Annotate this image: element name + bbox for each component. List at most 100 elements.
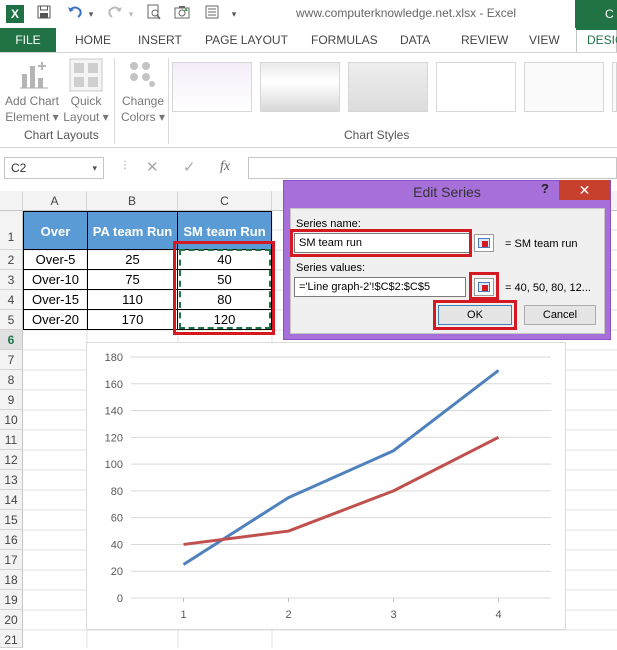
chart-style-4[interactable] (436, 62, 516, 112)
column-header-b[interactable]: B (87, 191, 178, 211)
tab-page-layout[interactable]: PAGE LAYOUT (205, 28, 288, 52)
cancel-icon[interactable]: ✕ (146, 158, 159, 176)
row-header[interactable]: 12 (0, 450, 23, 470)
change-colors-icon[interactable] (126, 60, 158, 93)
chart-style-5[interactable] (524, 62, 604, 112)
account-badge[interactable]: C (575, 0, 617, 28)
tab-review[interactable]: REVIEW (461, 28, 508, 52)
formula-input[interactable] (248, 157, 617, 179)
change-colors-label[interactable]: Change (116, 93, 170, 109)
redo-icon[interactable] (104, 4, 126, 24)
chart-style-6[interactable] (612, 62, 617, 112)
tab-view[interactable]: VIEW (529, 28, 560, 52)
series-name-preview: = SM team run (505, 238, 578, 250)
y-tick-label: 120 (105, 432, 123, 444)
customize-dropdown-icon[interactable]: ▾ (228, 4, 240, 24)
tab-insert[interactable]: INSERT (138, 28, 182, 52)
y-tick-label: 20 (111, 566, 123, 578)
confirm-icon[interactable]: ✓ (183, 158, 196, 176)
line-chart[interactable]: 0 20 40 60 80 100 120 140 160 180 1 2 3 4 (86, 342, 566, 630)
row-header[interactable]: 16 (0, 530, 23, 550)
add-chart-element-label[interactable]: Add Chart (2, 93, 62, 109)
table-cell[interactable]: Over-5 (23, 250, 88, 270)
row-header[interactable]: 1 (0, 211, 23, 250)
chart-style-3[interactable] (348, 62, 428, 112)
row-header[interactable]: 20 (0, 610, 23, 630)
column-header-a[interactable]: A (23, 191, 87, 211)
row-header[interactable]: 11 (0, 430, 23, 450)
save-icon[interactable] (34, 4, 54, 24)
help-icon[interactable]: ? (541, 181, 549, 196)
redo-dropdown-icon[interactable]: ▾ (126, 4, 136, 24)
chart-canvas: 0 20 40 60 80 100 120 140 160 180 1 2 3 4 (105, 352, 551, 621)
row-header-active[interactable]: 6 (0, 330, 23, 350)
add-chart-element-icon[interactable] (18, 60, 50, 95)
row-header[interactable]: 5 (0, 310, 23, 330)
quick-layout-sublabel[interactable]: Layout ▾ (58, 109, 114, 125)
chart-style-1[interactable] (172, 62, 252, 112)
select-all-corner[interactable] (0, 191, 23, 211)
x-tick-label: 3 (390, 609, 396, 621)
group-chart-styles: Chart Styles (344, 128, 410, 142)
series-line-1 (182, 369, 500, 566)
quick-layout-label[interactable]: Quick (62, 93, 110, 109)
tab-data[interactable]: DATA (400, 28, 430, 52)
column-header-c[interactable]: C (178, 191, 272, 211)
highlight-series-name (290, 229, 472, 257)
group-chart-layouts: Chart Layouts (24, 128, 99, 142)
table-cell[interactable]: Over-20 (23, 310, 88, 330)
highlight-ok-button (433, 300, 517, 330)
change-colors-sublabel[interactable]: Colors ▾ (116, 109, 170, 125)
close-button[interactable]: ✕ (559, 180, 610, 200)
name-box[interactable]: C2 ▾ (4, 157, 104, 179)
y-tick-label: 100 (105, 459, 123, 471)
row-header[interactable]: 21 (0, 630, 23, 648)
print-preview-icon[interactable] (144, 4, 164, 24)
row-header[interactable]: 4 (0, 290, 23, 310)
row-header[interactable]: 3 (0, 270, 23, 290)
table-cell[interactable]: 110 (88, 290, 178, 310)
series-values-label: Series values: (296, 262, 366, 274)
range-picker-icon[interactable] (474, 234, 494, 252)
table-cell[interactable]: 25 (88, 250, 178, 270)
row-header[interactable]: 10 (0, 410, 23, 430)
camera-icon[interactable] (172, 4, 192, 24)
ribbon-divider (114, 58, 115, 144)
insert-function-icon[interactable]: fx (220, 159, 230, 175)
row-header[interactable]: 17 (0, 550, 23, 570)
chart-style-2[interactable] (260, 62, 340, 112)
cancel-button[interactable]: Cancel (524, 305, 596, 325)
y-tick-label: 60 (111, 513, 123, 525)
tab-design[interactable]: DESIG (576, 28, 617, 52)
ribbon-divider (168, 58, 169, 144)
table-cell[interactable]: 75 (88, 270, 178, 290)
table-header-pa[interactable]: PA team Run (88, 211, 178, 250)
table-cell[interactable]: Over-10 (23, 270, 88, 290)
row-header[interactable]: 7 (0, 350, 23, 370)
y-tick-label: 180 (105, 352, 123, 364)
form-icon[interactable] (202, 4, 222, 24)
name-box-dropdown-icon[interactable]: ▾ (92, 158, 97, 178)
formula-bar-dots-icon: ⋮ (120, 160, 130, 171)
table-header-over[interactable]: Over (23, 211, 88, 250)
row-header[interactable]: 8 (0, 370, 23, 390)
row-header[interactable]: 19 (0, 590, 23, 610)
add-chart-element-sublabel[interactable]: Element ▾ (2, 109, 62, 125)
row-header[interactable]: 2 (0, 250, 23, 270)
row-header[interactable]: 14 (0, 490, 23, 510)
row-header[interactable]: 9 (0, 390, 23, 410)
undo-icon[interactable] (64, 4, 86, 24)
series-values-input[interactable]: ='Line graph-2'!$C$2:$C$5 (294, 277, 466, 297)
table-cell[interactable]: 170 (88, 310, 178, 330)
undo-dropdown-icon[interactable]: ▾ (86, 4, 96, 24)
highlight-range-picker (469, 272, 499, 300)
row-header[interactable]: 18 (0, 570, 23, 590)
y-tick-label: 140 (105, 406, 123, 418)
row-header[interactable]: 15 (0, 510, 23, 530)
quick-layout-icon[interactable] (69, 58, 103, 95)
row-header[interactable]: 13 (0, 470, 23, 490)
tab-home[interactable]: HOME (75, 28, 111, 52)
table-cell[interactable]: Over-15 (23, 290, 88, 310)
tab-file[interactable]: FILE (0, 28, 56, 52)
tab-formulas[interactable]: FORMULAS (311, 28, 378, 52)
